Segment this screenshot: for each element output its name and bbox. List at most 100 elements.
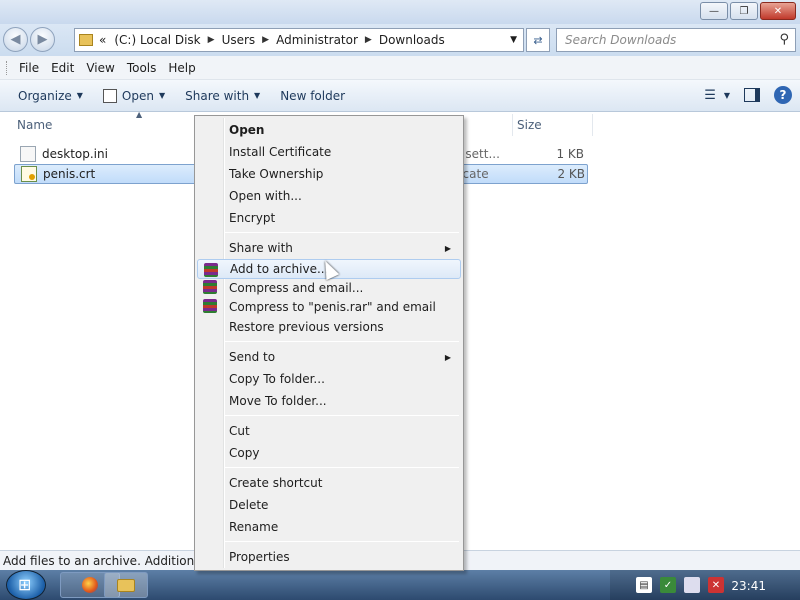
clock[interactable]: 23:41 [731,579,766,593]
winrar-icon [203,299,217,313]
column-name[interactable]: Name [17,118,52,132]
taskbar-explorer[interactable] [104,572,148,598]
shield-check-icon[interactable]: ✓ [660,577,676,593]
menu-item-restore-previous-versions[interactable]: Restore previous versions [197,316,461,338]
organize-button[interactable]: Organize ▼ [10,89,91,103]
close-button[interactable]: ✕ [760,2,796,20]
menu-item-label: Move To folder... [229,394,327,408]
back-button[interactable]: ◀ [3,27,28,52]
column-divider[interactable] [512,114,513,136]
menu-tools[interactable]: Tools [121,61,163,75]
minimize-button[interactable]: — [700,2,728,20]
back-arrow-icon: ◀ [10,32,21,47]
column-size[interactable]: Size [517,118,542,132]
chevron-down-icon: ▼ [723,90,730,100]
menu-item-label: Restore previous versions [229,320,384,334]
menu-item-label: Share with [229,241,293,255]
window-controls: — ❐ ✕ [700,2,796,20]
menu-item-rename[interactable]: Rename [197,516,461,538]
menu-item-install-certificate[interactable]: Install Certificate [197,141,461,163]
menu-item-label: Add to archive... [230,262,329,276]
search-icon[interactable]: ⚲ [779,32,789,47]
menu-item-move-to-folder[interactable]: Move To folder... [197,390,461,412]
menu-item-label: Delete [229,498,269,512]
menu-item-take-ownership[interactable]: Take Ownership [197,163,461,185]
menu-item-label: Copy To folder... [229,372,325,386]
menu-item-delete[interactable]: Delete [197,494,461,516]
menu-grip [6,60,9,75]
preview-pane-icon[interactable] [744,88,760,102]
menu-item-create-shortcut[interactable]: Create shortcut [197,472,461,494]
breadcrumb-separator-icon[interactable]: ▶ [362,35,375,45]
share-with-label: Share with [185,88,250,103]
menu-separator [225,415,459,416]
menu-edit[interactable]: Edit [45,61,80,75]
menu-item-label: Properties [229,550,290,564]
menu-item-label: Send to [229,350,276,364]
menu-help[interactable]: Help [162,61,201,75]
start-button[interactable] [6,570,46,600]
address-prefix[interactable]: « [95,33,110,47]
menu-item-cut[interactable]: Cut [197,420,461,442]
menu-file[interactable]: File [13,61,45,75]
command-bar: Organize ▼ Open ▼ Share with ▼ New folde… [0,80,800,112]
open-label: Open [121,88,154,103]
menu-item-open[interactable]: Open [197,119,461,141]
open-button[interactable]: Open ▼ [95,88,173,103]
navigation-bar: ◀ ▶ « (C:) Local Disk ▶ Users ▶ Administ… [0,24,800,56]
menu-item-share-with[interactable]: Share with ▶ [197,237,461,259]
forward-arrow-icon: ▶ [37,32,48,47]
context-menu: Open Install Certificate Take Ownership … [194,115,464,571]
taskbar: ▤ ✓ ✕ 23:41 [0,570,800,600]
organize-label: Organize [18,88,72,103]
menu-view[interactable]: View [80,61,120,75]
address-bar[interactable]: « (C:) Local Disk ▶ Users ▶ Administrato… [74,28,524,52]
breadcrumb-separator-icon[interactable]: ▶ [205,35,218,45]
search-input[interactable]: Search Downloads ⚲ [556,28,796,52]
file-name: penis.crt [43,167,96,181]
menu-item-label: Open [229,123,265,137]
winrar-icon [203,280,217,294]
share-with-button[interactable]: Share with ▼ [177,89,268,103]
new-folder-button[interactable]: New folder [272,89,353,103]
volume-muted-icon[interactable]: ✕ [708,577,724,593]
menu-item-properties[interactable]: Properties [197,546,461,568]
network-icon[interactable] [684,577,700,593]
menu-item-label: Open with... [229,189,302,203]
file-name: desktop.ini [42,147,108,161]
refresh-button[interactable]: ⇄ [526,28,550,52]
breadcrumb-administrator[interactable]: Administrator [272,33,362,47]
view-controls: ☰ ▼ ? [704,86,792,104]
menu-item-label: Take Ownership [229,167,324,181]
menu-separator [225,541,459,542]
breadcrumb-local-disk[interactable]: (C:) Local Disk [110,33,204,47]
folder-icon [117,578,135,592]
menu-item-copy-to-folder[interactable]: Copy To folder... [197,368,461,390]
change-view-button[interactable]: ☰ ▼ [704,88,730,103]
menu-item-open-with[interactable]: Open with... [197,185,461,207]
menu-item-label: Create shortcut [229,476,323,490]
column-divider[interactable] [592,114,593,136]
address-dropdown-icon[interactable]: ▼ [510,35,517,45]
menu-separator [225,341,459,342]
breadcrumb-users[interactable]: Users [218,33,260,47]
breadcrumb-downloads[interactable]: Downloads [375,33,449,47]
chevron-down-icon: ▼ [158,91,166,100]
breadcrumb-separator-icon[interactable]: ▶ [259,35,272,45]
help-icon[interactable]: ? [774,86,792,104]
menu-item-send-to[interactable]: Send to ▶ [197,346,461,368]
winrar-icon [204,263,218,277]
menu-bar: File Edit View Tools Help [0,56,800,80]
forward-button[interactable]: ▶ [30,27,55,52]
certificate-file-icon [21,166,37,182]
menu-item-compress-rar-email[interactable]: Compress to "penis.rar" and email [197,296,461,318]
sort-up-icon: ▲ [136,110,143,119]
menu-item-copy[interactable]: Copy [197,442,461,464]
menu-item-label: Encrypt [229,211,276,225]
status-text: Add files to an archive. Additional op [3,554,224,568]
new-folder-label: New folder [280,88,346,103]
menu-item-encrypt[interactable]: Encrypt [197,207,461,229]
maximize-button[interactable]: ❐ [730,2,758,20]
chevron-down-icon: ▼ [76,91,83,100]
document-icon[interactable]: ▤ [636,577,652,593]
